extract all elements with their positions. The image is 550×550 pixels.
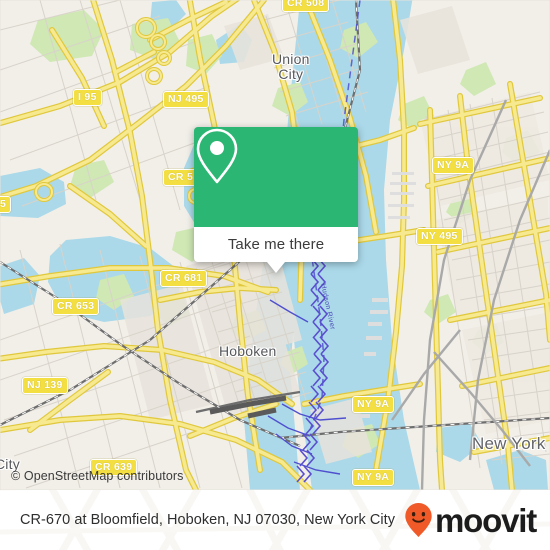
route-shield-nj-139[interactable]: NJ 139 bbox=[22, 377, 68, 394]
popup-header bbox=[194, 127, 358, 227]
route-shield-cr-653[interactable]: CR 653 bbox=[52, 298, 100, 315]
moovit-map-screenshot: Union City Hoboken New York City I 95 NJ … bbox=[0, 0, 550, 550]
map-canvas[interactable]: Union City Hoboken New York City I 95 NJ … bbox=[0, 0, 550, 490]
route-shield-ny-495[interactable]: NY 495 bbox=[416, 228, 463, 245]
route-shield-cr-681[interactable]: CR 681 bbox=[160, 270, 208, 287]
route-shield-i-95-west[interactable]: 5 bbox=[0, 196, 12, 213]
route-shield-ny-9a-1[interactable]: NY 9A bbox=[432, 157, 475, 174]
osm-attribution[interactable]: © OpenStreetMap contributors bbox=[11, 469, 184, 483]
map-pin-icon bbox=[196, 128, 238, 184]
place-label-new-york: New York bbox=[472, 434, 546, 453]
route-shield-cr-5xx[interactable]: CR 5 bbox=[163, 169, 199, 186]
place-label-hoboken: Hoboken bbox=[219, 343, 277, 359]
route-shield-nj-495[interactable]: NJ 495 bbox=[163, 91, 209, 108]
popup-footer[interactable]: Take me there bbox=[194, 227, 358, 262]
moovit-smiley-pin-icon bbox=[405, 503, 432, 537]
popup-pointer-tail bbox=[267, 262, 285, 273]
place-label-union-city: Union City bbox=[272, 51, 310, 82]
route-shield-cr-top[interactable]: CR 508 bbox=[282, 0, 330, 12]
location-address: CR-670 at Bloomfield, Hoboken, NJ 07030,… bbox=[20, 512, 396, 528]
moovit-wordmark: moovit bbox=[435, 501, 537, 539]
location-popup-card[interactable]: Take me there bbox=[194, 127, 358, 273]
route-shield-ny-9a-3[interactable]: NY 9A bbox=[352, 469, 395, 486]
route-shield-ny-9a-2[interactable]: NY 9A bbox=[352, 396, 395, 413]
route-shield-i-95[interactable]: I 95 bbox=[73, 89, 102, 106]
footer-bar: CR-670 at Bloomfield, Hoboken, NJ 07030,… bbox=[0, 490, 550, 550]
moovit-logo[interactable]: moovit bbox=[404, 501, 537, 539]
take-me-there-label: Take me there bbox=[227, 236, 325, 253]
